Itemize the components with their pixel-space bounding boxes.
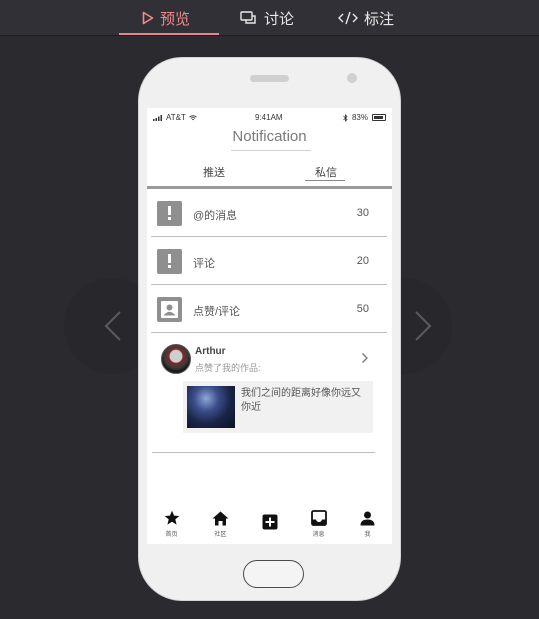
list-item-mentions[interactable]: @的消息 30 bbox=[151, 189, 387, 237]
tab-create[interactable] bbox=[250, 508, 290, 544]
segment-private-message[interactable]: 私信 bbox=[315, 164, 337, 180]
chevron-left-icon bbox=[104, 311, 121, 341]
person-icon bbox=[360, 511, 375, 525]
list-item-count: 50 bbox=[356, 303, 369, 315]
tab-create-label bbox=[250, 529, 290, 537]
tab-home-label: 首页 bbox=[165, 532, 178, 538]
tab-community[interactable]: 社区 bbox=[201, 508, 241, 544]
work-preview[interactable]: 我们之间的距离好像你远又你近 bbox=[183, 381, 373, 433]
status-right: 83% bbox=[343, 113, 386, 122]
user-name[interactable]: Arthur bbox=[195, 346, 226, 357]
tab-home[interactable]: 首页 bbox=[152, 508, 192, 544]
carrier: AT&T bbox=[153, 113, 197, 122]
chevron-right-icon bbox=[415, 311, 432, 341]
chat-bubbles-icon bbox=[240, 10, 258, 26]
battery-percent: 83% bbox=[351, 113, 368, 122]
home-icon bbox=[212, 511, 229, 525]
segment-push[interactable]: 推送 bbox=[203, 164, 225, 180]
tab-profile-label: 我 bbox=[364, 532, 371, 538]
add-box-icon bbox=[262, 514, 277, 530]
list-item-label: 点赞/评论 bbox=[193, 306, 241, 318]
list-item-count: 30 bbox=[356, 207, 369, 219]
tab-discussion-label: 讨论 bbox=[264, 10, 295, 28]
wifi-icon bbox=[189, 114, 197, 120]
signal-icon bbox=[153, 114, 162, 121]
battery-icon bbox=[372, 114, 386, 121]
tab-discussion[interactable]: 讨论 bbox=[240, 0, 294, 36]
list-item-likes[interactable]: 点赞/评论 50 bbox=[151, 285, 387, 333]
phone-speaker bbox=[250, 75, 289, 82]
avatar[interactable] bbox=[161, 344, 191, 374]
phone-frame: AT&T 9:41AM 83% Notification 推送 私信 @的消息 … bbox=[138, 57, 401, 601]
phone-screen: AT&T 9:41AM 83% Notification 推送 私信 @的消息 … bbox=[147, 108, 392, 544]
tab-annotation[interactable]: 标注 bbox=[338, 0, 394, 36]
bottom-tab-bar: 首页 社区 消息 我 bbox=[147, 508, 392, 544]
contact-card-icon bbox=[157, 297, 182, 322]
status-bar: AT&T 9:41AM 83% bbox=[147, 108, 392, 126]
status-time: 9:41AM bbox=[255, 113, 283, 122]
tab-community-label: 社区 bbox=[214, 532, 227, 538]
notification-action-text: 点赞了我的作品: bbox=[195, 363, 261, 373]
tab-preview[interactable]: 预览 bbox=[142, 0, 190, 36]
work-thumbnail bbox=[187, 386, 235, 428]
list-item-comments[interactable]: 评论 20 bbox=[151, 237, 387, 285]
list-item-label: 评论 bbox=[193, 258, 215, 270]
page-title: Notification bbox=[232, 128, 307, 145]
list-item-label: @的消息 bbox=[193, 210, 238, 222]
carrier-name: AT&T bbox=[166, 113, 186, 122]
alert-message-icon bbox=[157, 249, 182, 274]
card-divider bbox=[152, 452, 375, 453]
segment-active-indicator bbox=[305, 180, 345, 181]
tab-messages[interactable]: 消息 bbox=[299, 508, 339, 544]
alert-message-icon bbox=[157, 201, 182, 226]
list-item-count: 20 bbox=[356, 255, 369, 267]
top-toolbar: 预览 讨论 标注 bbox=[0, 0, 539, 36]
tab-annotation-label: 标注 bbox=[364, 10, 395, 28]
tab-messages-label: 消息 bbox=[312, 532, 325, 538]
code-icon bbox=[338, 11, 358, 25]
phone-camera bbox=[347, 73, 357, 83]
tab-profile[interactable]: 我 bbox=[348, 508, 388, 544]
chevron-right-icon[interactable] bbox=[361, 352, 369, 364]
phone-home-button[interactable] bbox=[243, 560, 304, 588]
play-outline-icon bbox=[142, 11, 154, 25]
title-underline bbox=[231, 150, 311, 151]
work-description: 我们之间的距离好像你远又你近 bbox=[241, 388, 361, 413]
inbox-icon bbox=[310, 510, 327, 526]
star-icon bbox=[164, 510, 179, 525]
tab-preview-label: 预览 bbox=[160, 10, 191, 28]
active-tab-indicator bbox=[119, 33, 219, 35]
bluetooth-icon bbox=[343, 113, 348, 122]
